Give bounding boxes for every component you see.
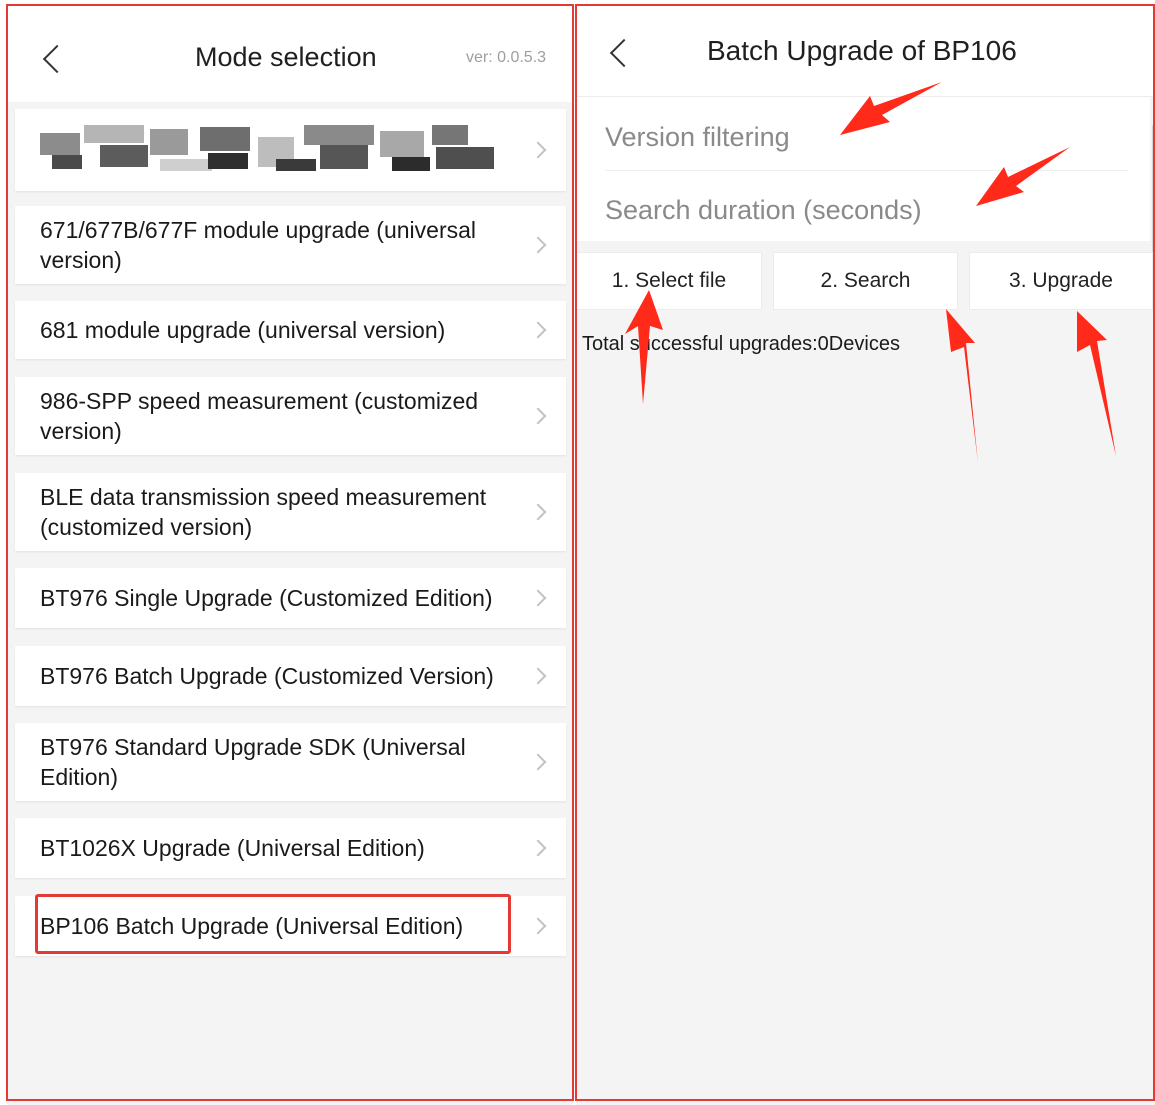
divider <box>605 170 1128 171</box>
chevron-right-icon <box>529 503 547 521</box>
chevron-right-icon <box>529 667 547 685</box>
mode-item-986-spp[interactable]: 986-SPP speed measurement (customized ve… <box>15 377 566 455</box>
mode-selection-header: Mode selection ver: 0.0.5.3 <box>7 5 573 102</box>
mode-item-label: BT1026X Upgrade (Universal Edition) <box>40 835 425 861</box>
chevron-right-icon <box>529 141 547 159</box>
batch-upgrade-header: Batch Upgrade of BP106 <box>576 5 1155 97</box>
mode-item-label: BP106 Batch Upgrade (Universal Edition) <box>40 913 464 939</box>
mode-item-label: BLE data transmission speed measurement … <box>40 484 487 540</box>
filter-fields: Version filtering Search duration (secon… <box>576 97 1150 241</box>
upgrade-button[interactable]: 3. Upgrade <box>969 252 1153 310</box>
upgrade-status: Total successful upgrades:0Devices <box>582 333 900 355</box>
page-title: Batch Upgrade of BP106 <box>707 35 1017 66</box>
mode-item-label: BT976 Single Upgrade (Customized Edition… <box>40 585 493 611</box>
back-arrow-icon[interactable] <box>609 38 639 68</box>
mode-item-bt976-sdk[interactable]: BT976 Standard Upgrade SDK (Universal Ed… <box>15 723 566 801</box>
mode-item-bt976-single[interactable]: BT976 Single Upgrade (Customized Edition… <box>15 568 566 628</box>
mode-item-ble-speed[interactable]: BLE data transmission speed measurement … <box>15 473 566 551</box>
version-filter-input[interactable]: Version filtering <box>605 122 790 153</box>
redacted-content <box>40 123 495 179</box>
mode-item-671-677[interactable]: 671/677B/677F module upgrade (universal … <box>15 206 566 284</box>
mode-item-label: 986-SPP speed measurement (customized ve… <box>40 388 479 444</box>
back-arrow-icon[interactable] <box>42 44 72 74</box>
chevron-right-icon <box>529 321 547 339</box>
mode-item-bp106-batch[interactable]: BP106 Batch Upgrade (Universal Edition) <box>15 896 566 956</box>
chevron-right-icon <box>529 753 547 771</box>
version-label: ver: 0.0.5.3 <box>466 49 547 66</box>
mode-item-bt1026x[interactable]: BT1026X Upgrade (Universal Edition) <box>15 818 566 878</box>
search-button[interactable]: 2. Search <box>773 252 958 310</box>
chevron-right-icon <box>529 407 547 425</box>
select-file-button[interactable]: 1. Select file <box>576 252 762 310</box>
search-duration-input[interactable]: Search duration (seconds) <box>605 195 922 226</box>
mode-item-bt976-batch[interactable]: BT976 Batch Upgrade (Customized Version) <box>15 646 566 706</box>
chevron-right-icon <box>529 236 547 254</box>
mode-item-label: 681 module upgrade (universal version) <box>40 317 446 343</box>
mode-item-681[interactable]: 681 module upgrade (universal version) <box>15 301 566 359</box>
chevron-right-icon <box>529 589 547 607</box>
mode-item-label: 671/677B/677F module upgrade (universal … <box>40 217 477 273</box>
mode-selection-screen: Mode selection ver: 0.0.5.3 671/677B/677… <box>7 5 573 1105</box>
chevron-right-icon <box>529 839 547 857</box>
page-title: Mode selection <box>195 42 377 72</box>
mode-item-label: BT976 Standard Upgrade SDK (Universal Ed… <box>40 734 466 790</box>
mode-item-label: BT976 Batch Upgrade (Customized Version) <box>40 663 494 689</box>
chevron-right-icon <box>529 917 547 935</box>
mode-item-redacted[interactable] <box>15 109 566 191</box>
batch-upgrade-screen: Batch Upgrade of BP106 Version filtering… <box>576 5 1155 1105</box>
